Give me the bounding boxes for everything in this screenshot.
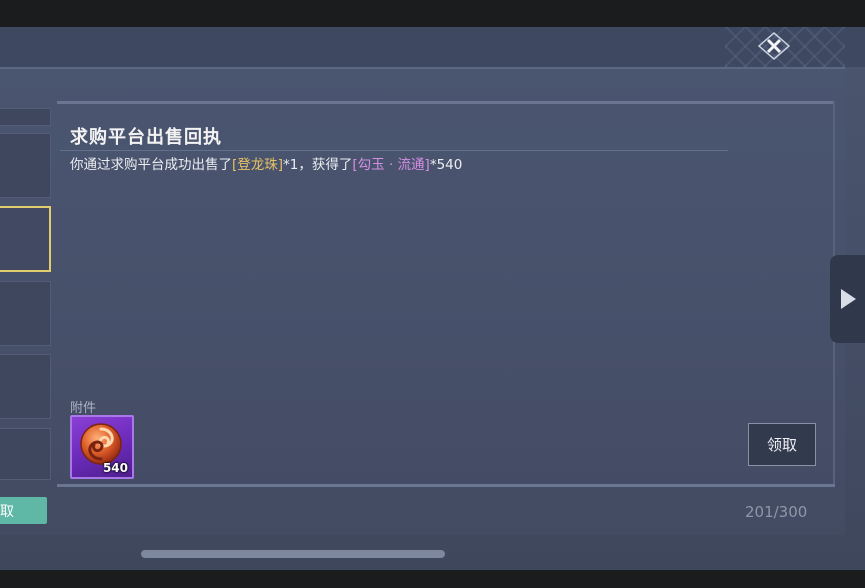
claim-button[interactable]: 领取 [748, 423, 816, 466]
attachment-label: 附件 [70, 401, 97, 416]
attachment-quantity: 540 [102, 461, 128, 475]
close-button[interactable] [757, 31, 791, 61]
scroll-indicator[interactable] [141, 550, 445, 558]
mail-list-item-selected[interactable] [0, 206, 51, 272]
top-letterbox [0, 0, 865, 27]
sold-item-name[interactable]: [登龙珠] [232, 157, 283, 173]
attachment-item-slot[interactable]: 540 [70, 415, 134, 479]
mail-title: 求购平台出售回执 [70, 127, 222, 148]
claim-all-label: 取 [0, 503, 14, 520]
sold-item-qty: *1，获得了 [283, 157, 353, 173]
play-arrow-icon [840, 289, 856, 309]
mail-list-item[interactable] [0, 428, 51, 480]
mail-list-item[interactable] [0, 108, 51, 126]
received-item-qty: *540 [429, 157, 463, 173]
mailbox-count: 201/300 [745, 503, 808, 521]
claim-all-button[interactable]: 取 [0, 497, 47, 524]
close-icon [757, 32, 791, 60]
content-frame-bottom [57, 484, 835, 487]
mail-body: 你通过求购平台成功出售了[登龙珠]*1，获得了[勾玉 · 流通]*540 [70, 153, 462, 173]
mail-body-prefix: 你通过求购平台成功出售了 [70, 157, 232, 173]
mail-list-item[interactable] [0, 133, 51, 198]
expand-side-tab[interactable] [830, 255, 865, 343]
content-frame-top [57, 101, 835, 104]
received-item-name[interactable]: [勾玉 · 流通] [352, 157, 429, 173]
mail-list-item[interactable] [0, 281, 51, 346]
title-divider [60, 150, 728, 151]
bottom-letterbox [0, 570, 865, 588]
mail-list-item[interactable] [0, 354, 51, 419]
